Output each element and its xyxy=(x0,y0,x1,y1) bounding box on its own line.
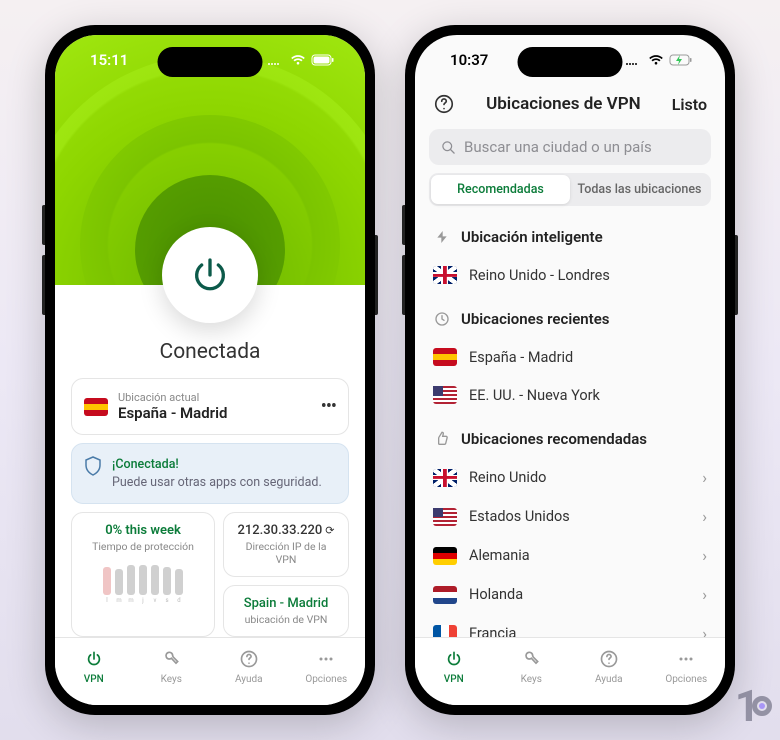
location-row[interactable]: España - Madrid xyxy=(415,338,725,376)
chevron-right-icon: › xyxy=(702,468,707,487)
tab-bar: VPN Keys Ayuda Opciones xyxy=(415,637,725,705)
power-icon xyxy=(190,255,230,295)
vpn-location-card[interactable]: Spain - Madrid ubicación de VPN xyxy=(223,585,349,637)
tab-help[interactable]: Ayuda xyxy=(210,638,288,695)
protection-value: 0% this week xyxy=(80,523,206,538)
ip-value: 212.30.33.220⟳ xyxy=(234,523,338,538)
section-recent: Ubicaciones recientes xyxy=(415,294,725,338)
help-icon[interactable] xyxy=(433,93,455,115)
tab-keys[interactable]: Keys xyxy=(133,638,211,695)
help-icon xyxy=(598,648,620,670)
more-button[interactable]: ••• xyxy=(321,396,336,417)
tab-keys[interactable]: Keys xyxy=(493,638,571,695)
ip-label: Dirección IP de la VPN xyxy=(234,540,338,566)
battery-icon xyxy=(311,54,335,66)
flag-uk-icon xyxy=(433,469,457,487)
done-button[interactable]: Listo xyxy=(672,95,707,114)
thumbs-up-icon xyxy=(433,430,451,448)
tab-options[interactable]: Opciones xyxy=(648,638,726,695)
tab-vpn[interactable]: VPN xyxy=(55,638,133,695)
connection-status: Conectada xyxy=(55,340,365,364)
power-icon xyxy=(443,648,465,670)
chevron-right-icon: › xyxy=(702,507,707,526)
clock-icon xyxy=(433,310,451,328)
location-name: España - Madrid xyxy=(118,404,311,422)
current-location-card[interactable]: Ubicación actual España - Madrid ••• xyxy=(71,378,349,435)
section-recommended: Ubicaciones recomendadas xyxy=(415,414,725,458)
vpn-loc-label: ubicación de VPN xyxy=(234,613,338,626)
page-title: Ubicaciones de VPN xyxy=(486,94,641,114)
battery-charging-icon xyxy=(669,54,695,66)
phone-home: 15:11 Conectada xyxy=(45,25,375,715)
search-placeholder: Buscar una ciudad o un país xyxy=(464,138,652,156)
locations-list[interactable]: Ubicación inteligente Reino Unido - Lond… xyxy=(415,212,725,664)
refresh-icon[interactable]: ⟳ xyxy=(325,524,334,537)
location-label: Ubicación actual xyxy=(118,391,311,404)
flag-spain-icon xyxy=(84,398,108,416)
notch xyxy=(158,47,263,77)
flag-uk-icon xyxy=(433,266,457,284)
status-time: 15:11 xyxy=(90,51,128,69)
chevron-right-icon: › xyxy=(702,546,707,565)
location-row-smart[interactable]: Reino Unido - Londres xyxy=(415,256,725,294)
more-icon xyxy=(675,648,697,670)
flag-es-icon xyxy=(433,348,457,366)
flag-us-icon xyxy=(433,508,457,526)
protection-label: Tiempo de protección xyxy=(80,540,206,553)
tab-recommended[interactable]: Recomendadas xyxy=(431,175,570,204)
wifi-icon xyxy=(648,54,664,66)
power-icon xyxy=(83,648,105,670)
vpn-loc-value: Spain - Madrid xyxy=(234,596,338,611)
wifi-icon xyxy=(290,54,306,66)
flag-nl-icon xyxy=(433,586,457,604)
more-icon xyxy=(315,648,337,670)
location-row[interactable]: Holanda› xyxy=(415,575,725,614)
status-time: 10:37 xyxy=(450,51,488,69)
key-icon xyxy=(520,648,542,670)
cellular-icon xyxy=(625,54,643,66)
segmented-control: Recomendadas Todas las ubicaciones xyxy=(429,173,711,206)
watermark-logo: 1 xyxy=(735,680,772,732)
search-input[interactable]: Buscar una ciudad o un país xyxy=(429,129,711,165)
tab-help[interactable]: Ayuda xyxy=(570,638,648,695)
info-banner: ¡Conectada! Puede usar otras apps con se… xyxy=(71,443,349,504)
location-row[interactable]: Reino Unido› xyxy=(415,458,725,497)
tab-bar: VPN Keys Ayuda Opciones xyxy=(55,637,365,705)
info-subtitle: Puede usar otras apps con seguridad. xyxy=(112,474,336,492)
chevron-right-icon: › xyxy=(702,585,707,604)
key-icon xyxy=(160,648,182,670)
help-icon xyxy=(238,648,260,670)
location-row[interactable]: EE. UU. - Nueva York xyxy=(415,376,725,414)
flag-us-icon xyxy=(433,386,457,404)
search-icon xyxy=(441,140,456,155)
week-bars-icon xyxy=(80,561,206,595)
notch xyxy=(518,47,623,77)
protection-time-card[interactable]: 0% this week Tiempo de protección lmmjvs… xyxy=(71,512,215,637)
section-smart: Ubicación inteligente xyxy=(415,212,725,256)
tab-vpn[interactable]: VPN xyxy=(415,638,493,695)
location-row[interactable]: Alemania› xyxy=(415,536,725,575)
smart-icon xyxy=(433,228,451,246)
flag-de-icon xyxy=(433,547,457,565)
info-title: ¡Conectada! xyxy=(112,456,336,474)
location-row[interactable]: Estados Unidos› xyxy=(415,497,725,536)
cellular-icon xyxy=(267,54,285,66)
shield-icon xyxy=(84,456,102,476)
ip-card[interactable]: 212.30.33.220⟳ Dirección IP de la VPN xyxy=(223,512,349,577)
power-button[interactable] xyxy=(162,227,258,323)
nav-bar: Ubicaciones de VPN Listo xyxy=(415,85,725,123)
tab-options[interactable]: Opciones xyxy=(288,638,366,695)
phone-locations: 10:37 Ubicaciones de VPN Listo Buscar un… xyxy=(405,25,735,715)
tab-all-locations[interactable]: Todas las ubicaciones xyxy=(570,175,709,204)
